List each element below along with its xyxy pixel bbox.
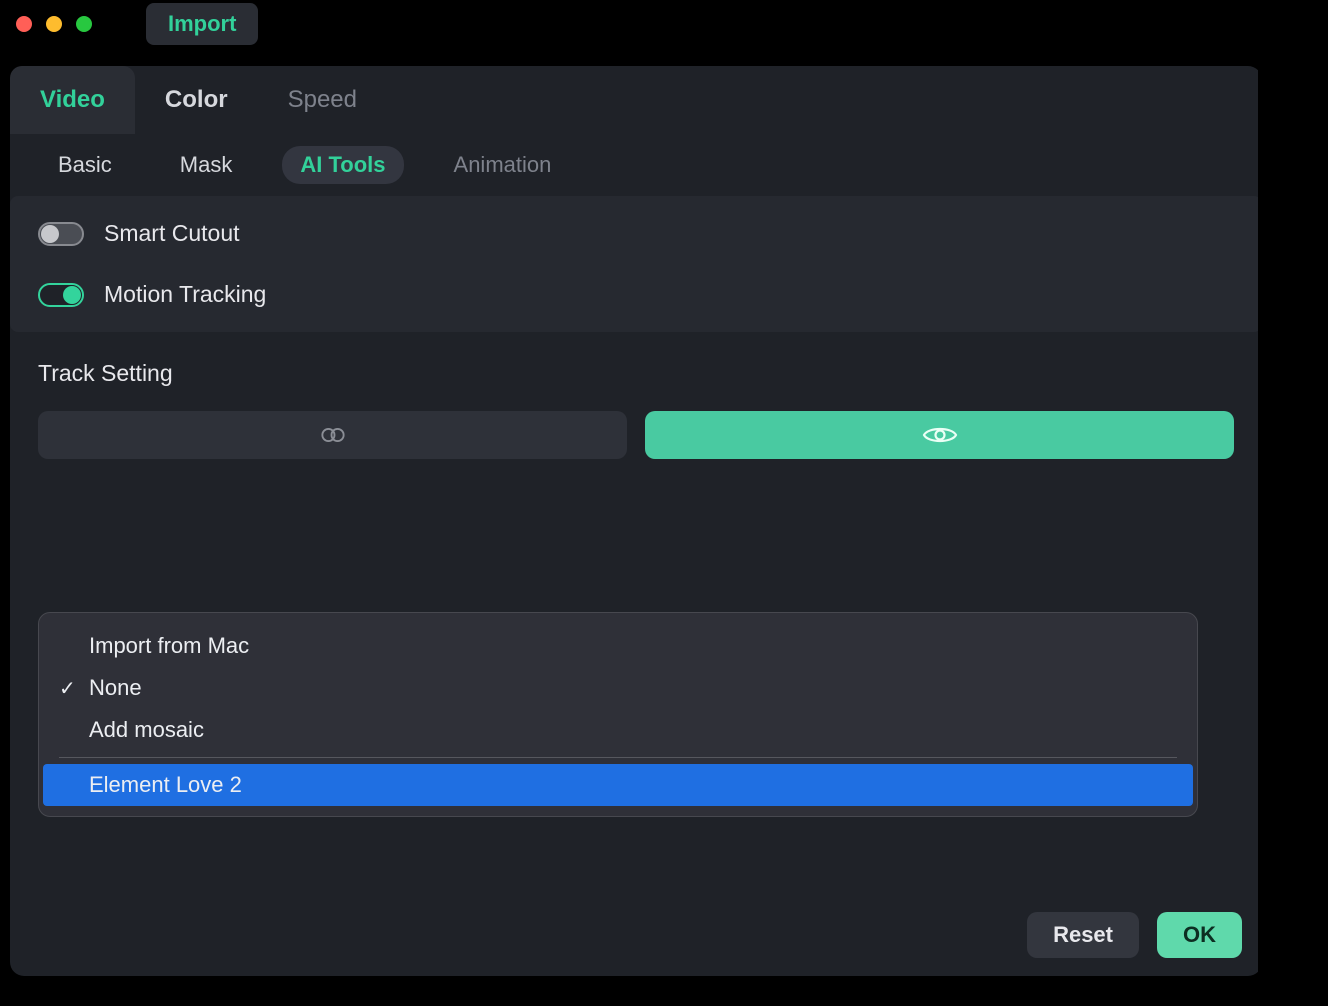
smart-cutout-row: Smart Cutout — [38, 220, 1234, 247]
footer-buttons: Reset OK — [10, 912, 1262, 958]
link-element-dropdown[interactable]: Import from Mac ✓ None Add mosaic Elemen… — [38, 612, 1198, 817]
tab-video[interactable]: Video — [10, 66, 135, 134]
dropdown-item-label: Add mosaic — [89, 717, 204, 743]
tab-color[interactable]: Color — [135, 66, 258, 134]
dropdown-item-label: Import from Mac — [89, 633, 249, 659]
minimize-window-button[interactable] — [46, 16, 62, 32]
track-mode-visible-button[interactable] — [645, 411, 1234, 459]
inspector-panel: Video Color Speed Basic Mask AI Tools An… — [10, 66, 1262, 976]
dropdown-item-label: Element Love 2 — [89, 772, 242, 798]
dropdown-item-none[interactable]: ✓ None — [39, 667, 1197, 709]
import-button[interactable]: Import — [146, 3, 258, 45]
motion-tracking-label: Motion Tracking — [104, 281, 266, 308]
titlebar: Import — [0, 0, 1328, 48]
dropdown-item-label: None — [89, 675, 142, 701]
track-mode-hidden-button[interactable] — [38, 411, 627, 459]
tab-speed[interactable]: Speed — [258, 66, 387, 134]
subtab-basic[interactable]: Basic — [40, 146, 130, 184]
checkmark-icon: ✓ — [59, 676, 76, 701]
eye-icon — [922, 423, 958, 447]
ai-tools-section: Smart Cutout Motion Tracking — [10, 196, 1262, 332]
window-controls — [16, 16, 92, 32]
maximize-window-button[interactable] — [76, 16, 92, 32]
subtab-mask[interactable]: Mask — [162, 146, 251, 184]
dropdown-separator — [59, 757, 1177, 758]
link-icon — [317, 425, 349, 445]
dropdown-item-import-from-mac[interactable]: Import from Mac — [39, 625, 1197, 667]
motion-tracking-toggle[interactable] — [38, 283, 84, 307]
motion-tracking-row: Motion Tracking — [38, 281, 1234, 308]
subtab-ai-tools[interactable]: AI Tools — [282, 146, 403, 184]
track-setting-block: Track Setting — [10, 332, 1262, 485]
ok-button[interactable]: OK — [1157, 912, 1242, 958]
close-window-button[interactable] — [16, 16, 32, 32]
reset-button[interactable]: Reset — [1027, 912, 1139, 958]
subtab-animation[interactable]: Animation — [436, 146, 570, 184]
window-right-gutter — [1258, 0, 1328, 1006]
track-setting-label: Track Setting — [38, 360, 1234, 387]
sub-tabs: Basic Mask AI Tools Animation — [10, 134, 1262, 196]
dropdown-item-add-mosaic[interactable]: Add mosaic — [39, 709, 1197, 751]
smart-cutout-toggle[interactable] — [38, 222, 84, 246]
dropdown-item-element-love-2[interactable]: Element Love 2 — [43, 764, 1193, 806]
smart-cutout-label: Smart Cutout — [104, 220, 240, 247]
track-mode-buttons — [38, 411, 1234, 459]
top-tabs: Video Color Speed — [10, 66, 1262, 134]
